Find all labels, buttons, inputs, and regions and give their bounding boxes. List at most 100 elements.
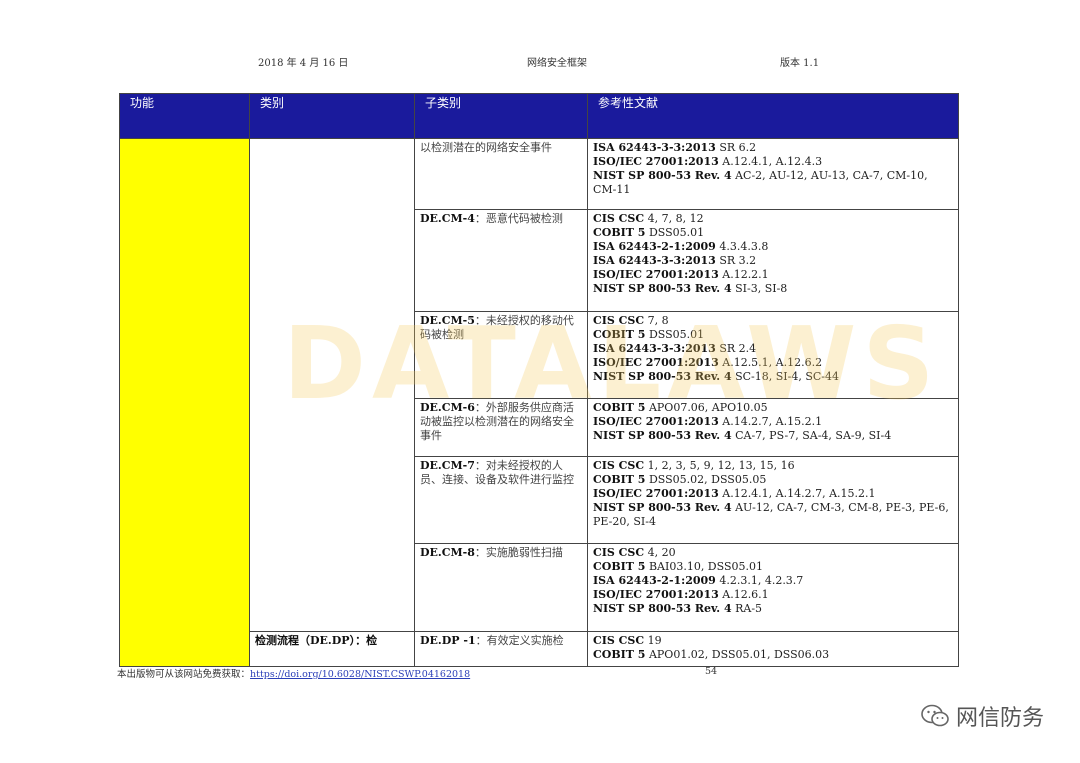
reference-value: 4, 7, 8, 12 bbox=[647, 212, 704, 225]
reference-line: ISA 62443-2-1:2009 4.3.4.3.8 bbox=[593, 240, 953, 254]
reference-line: COBIT 5 DSS05.01 bbox=[593, 328, 953, 342]
reference-line: CIS CSC 4, 20 bbox=[593, 546, 953, 560]
reference-line: COBIT 5 APO07.06, APO10.05 bbox=[593, 401, 953, 415]
category-cell bbox=[249, 138, 415, 632]
wechat-account-name: 网信防务 bbox=[955, 706, 1044, 731]
reference-standard: COBIT 5 bbox=[593, 560, 646, 573]
doi-link[interactable]: https://doi.org/10.6028/NIST.CSWP.041620… bbox=[250, 669, 470, 680]
wechat-icon bbox=[920, 703, 950, 729]
subcategory-cell: DE.CM-4：恶意代码被检测 bbox=[414, 209, 588, 312]
reference-line: COBIT 5 APO01.02, DSS05.01, DSS06.03 bbox=[593, 648, 953, 662]
reference-standard: NIST SP 800-53 Rev. 4 bbox=[593, 602, 732, 615]
reference-standard: NIST SP 800-53 Rev. 4 bbox=[593, 370, 732, 383]
reference-line: ISA 62443-3-3:2013 SR 2.4 bbox=[593, 342, 953, 356]
reference-line: ISA 62443-3-3:2013 SR 6.2 bbox=[593, 141, 953, 155]
subcategory-code: DE.CM-6 bbox=[420, 401, 475, 414]
subcategory-text: ：恶意代码被检测 bbox=[474, 212, 563, 225]
references-cell: CIS CSC 4, 20 COBIT 5 BAI03.10, DSS05.01… bbox=[587, 543, 959, 632]
table-row: 以检测潜在的网络安全事件 ISA 62443-3-3:2013 SR 6.2 I… bbox=[119, 138, 959, 667]
subcategory-code: DE.CM-7 bbox=[420, 459, 475, 472]
reference-standard: ISA 62443-3-3:2013 bbox=[593, 254, 716, 267]
reference-line: NIST SP 800-53 Rev. 4 AU-12, CA-7, CM-3,… bbox=[593, 501, 953, 529]
reference-standard: NIST SP 800-53 Rev. 4 bbox=[593, 501, 732, 514]
reference-value: SR 6.2 bbox=[719, 141, 757, 154]
reference-standard: ISA 62443-2-1:2009 bbox=[593, 240, 716, 253]
footer-note-prefix: 本出版物可从该网站免费获取： bbox=[117, 669, 251, 680]
reference-value: SR 2.4 bbox=[719, 342, 757, 355]
references-cell: CIS CSC 7, 8 COBIT 5 DSS05.01 ISA 62443-… bbox=[587, 311, 959, 399]
header-version: 版本 1.1 bbox=[780, 58, 820, 69]
reference-value: DSS05.01 bbox=[648, 226, 705, 239]
reference-standard: COBIT 5 bbox=[593, 473, 646, 486]
reference-value: A.14.2.7, A.15.2.1 bbox=[722, 415, 823, 428]
references-cell: ISA 62443-3-3:2013 SR 6.2 ISO/IEC 27001:… bbox=[587, 138, 959, 210]
subcategory-code: DE.CM-4 bbox=[420, 212, 475, 225]
reference-value: 19 bbox=[647, 634, 662, 647]
page-number: 54 bbox=[705, 666, 718, 677]
reference-value: CA-7, PS-7, SA-4, SA-9, SI-4 bbox=[735, 429, 892, 442]
reference-standard: CIS CSC bbox=[593, 314, 645, 327]
subcategory-text: ：有效定义实施检 bbox=[475, 634, 564, 647]
reference-value: APO07.06, APO10.05 bbox=[648, 401, 768, 414]
reference-standard: CIS CSC bbox=[593, 459, 645, 472]
reference-line: ISO/IEC 27001:2013 A.12.2.1 bbox=[593, 268, 953, 282]
reference-value: A.12.2.1 bbox=[722, 268, 769, 281]
reference-standard: COBIT 5 bbox=[593, 226, 646, 239]
reference-standard: NIST SP 800-53 Rev. 4 bbox=[593, 282, 732, 295]
reference-line: CIS CSC 4, 7, 8, 12 bbox=[593, 212, 953, 226]
footer-note: 本出版物可从该网站免费获取：https://doi.org/10.6028/NI… bbox=[117, 666, 470, 680]
subcategory-code: DE.DP -1 bbox=[420, 634, 476, 647]
framework-table: 功能 类别 子类别 参考性文献 以检测潜在的网络安全事件 ISA 62443-3… bbox=[119, 93, 959, 667]
reference-value: APO01.02, DSS05.01, DSS06.03 bbox=[648, 648, 830, 661]
reference-standard: COBIT 5 bbox=[593, 648, 646, 661]
reference-standard: CIS CSC bbox=[593, 546, 645, 559]
reference-standard: ISO/IEC 27001:2013 bbox=[593, 356, 719, 369]
subcategory-cell: DE.CM-5：未经授权的移动代码被检测 bbox=[414, 311, 588, 399]
reference-value: 4.3.4.3.8 bbox=[719, 240, 769, 253]
header-title: 网络安全框架 bbox=[527, 58, 587, 69]
subcategory-cell: DE.CM-6：外部服务供应商活动被监控以检测潜在的网络安全事件 bbox=[414, 398, 588, 457]
column-header-subcategory: 子类别 bbox=[414, 93, 588, 139]
reference-line: ISO/IEC 27001:2013 A.12.6.1 bbox=[593, 588, 953, 602]
reference-line: COBIT 5 DSS05.01 bbox=[593, 226, 953, 240]
column-header-category: 类别 bbox=[249, 93, 415, 139]
reference-line: ISA 62443-3-3:2013 SR 3.2 bbox=[593, 254, 953, 268]
reference-value: 4.2.3.1, 4.2.3.7 bbox=[719, 574, 804, 587]
reference-line: COBIT 5 BAI03.10, DSS05.01 bbox=[593, 560, 953, 574]
references-cell: COBIT 5 APO07.06, APO10.05 ISO/IEC 27001… bbox=[587, 398, 959, 457]
reference-value: RA-5 bbox=[735, 602, 763, 615]
references-cell: CIS CSC 1, 2, 3, 5, 9, 12, 13, 15, 16 CO… bbox=[587, 456, 959, 544]
reference-line: NIST SP 800-53 Rev. 4 RA-5 bbox=[593, 602, 953, 616]
subcategory-cell: DE.CM-7：对未经授权的人员、连接、设备及软件进行监控 bbox=[414, 456, 588, 544]
reference-value: SR 3.2 bbox=[719, 254, 757, 267]
reference-standard: ISO/IEC 27001:2013 bbox=[593, 268, 719, 281]
category-cell: 检测流程（DE.DP）：检 bbox=[249, 631, 415, 667]
reference-value: SI-3, SI-8 bbox=[735, 282, 788, 295]
reference-standard: ISA 62443-2-1:2009 bbox=[593, 574, 716, 587]
wechat-badge: 网信防务 bbox=[920, 700, 1044, 732]
category-label: 检测流程（DE.DP）：检 bbox=[255, 634, 378, 647]
reference-standard: ISO/IEC 27001:2013 bbox=[593, 487, 719, 500]
reference-standard: ISO/IEC 27001:2013 bbox=[593, 155, 719, 168]
reference-value: A.12.4.1, A.14.2.7, A.15.2.1 bbox=[722, 487, 876, 500]
reference-line: NIST SP 800-53 Rev. 4 SC-18, SI-4, SC-44 bbox=[593, 370, 953, 384]
reference-standard: ISA 62443-3-3:2013 bbox=[593, 141, 716, 154]
reference-value: A.12.5.1, A.12.6.2 bbox=[722, 356, 823, 369]
reference-value: A.12.6.1 bbox=[722, 588, 769, 601]
subcategory-text: ：实施脆弱性扫描 bbox=[474, 546, 563, 559]
subcategory-code: DE.CM-8 bbox=[420, 546, 475, 559]
table-header-row: 功能 类别 子类别 参考性文献 bbox=[119, 93, 959, 139]
reference-line: ISO/IEC 27001:2013 A.14.2.7, A.15.2.1 bbox=[593, 415, 953, 429]
reference-line: ISO/IEC 27001:2013 A.12.4.1, A.12.4.3 bbox=[593, 155, 953, 169]
reference-standard: ISO/IEC 27001:2013 bbox=[593, 415, 719, 428]
reference-value: BAI03.10, DSS05.01 bbox=[648, 560, 763, 573]
subcategory-cell: 以检测潜在的网络安全事件 bbox=[414, 138, 588, 210]
reference-line: COBIT 5 DSS05.02, DSS05.05 bbox=[593, 473, 953, 487]
reference-standard: NIST SP 800-53 Rev. 4 bbox=[593, 169, 732, 182]
reference-line: NIST SP 800-53 Rev. 4 SI-3, SI-8 bbox=[593, 282, 953, 296]
subcategory-code: DE.CM-5 bbox=[420, 314, 475, 327]
reference-line: ISO/IEC 27001:2013 A.12.4.1, A.14.2.7, A… bbox=[593, 487, 953, 501]
reference-standard: CIS CSC bbox=[593, 634, 645, 647]
reference-line: ISO/IEC 27001:2013 A.12.5.1, A.12.6.2 bbox=[593, 356, 953, 370]
reference-line: ISA 62443-2-1:2009 4.2.3.1, 4.2.3.7 bbox=[593, 574, 953, 588]
